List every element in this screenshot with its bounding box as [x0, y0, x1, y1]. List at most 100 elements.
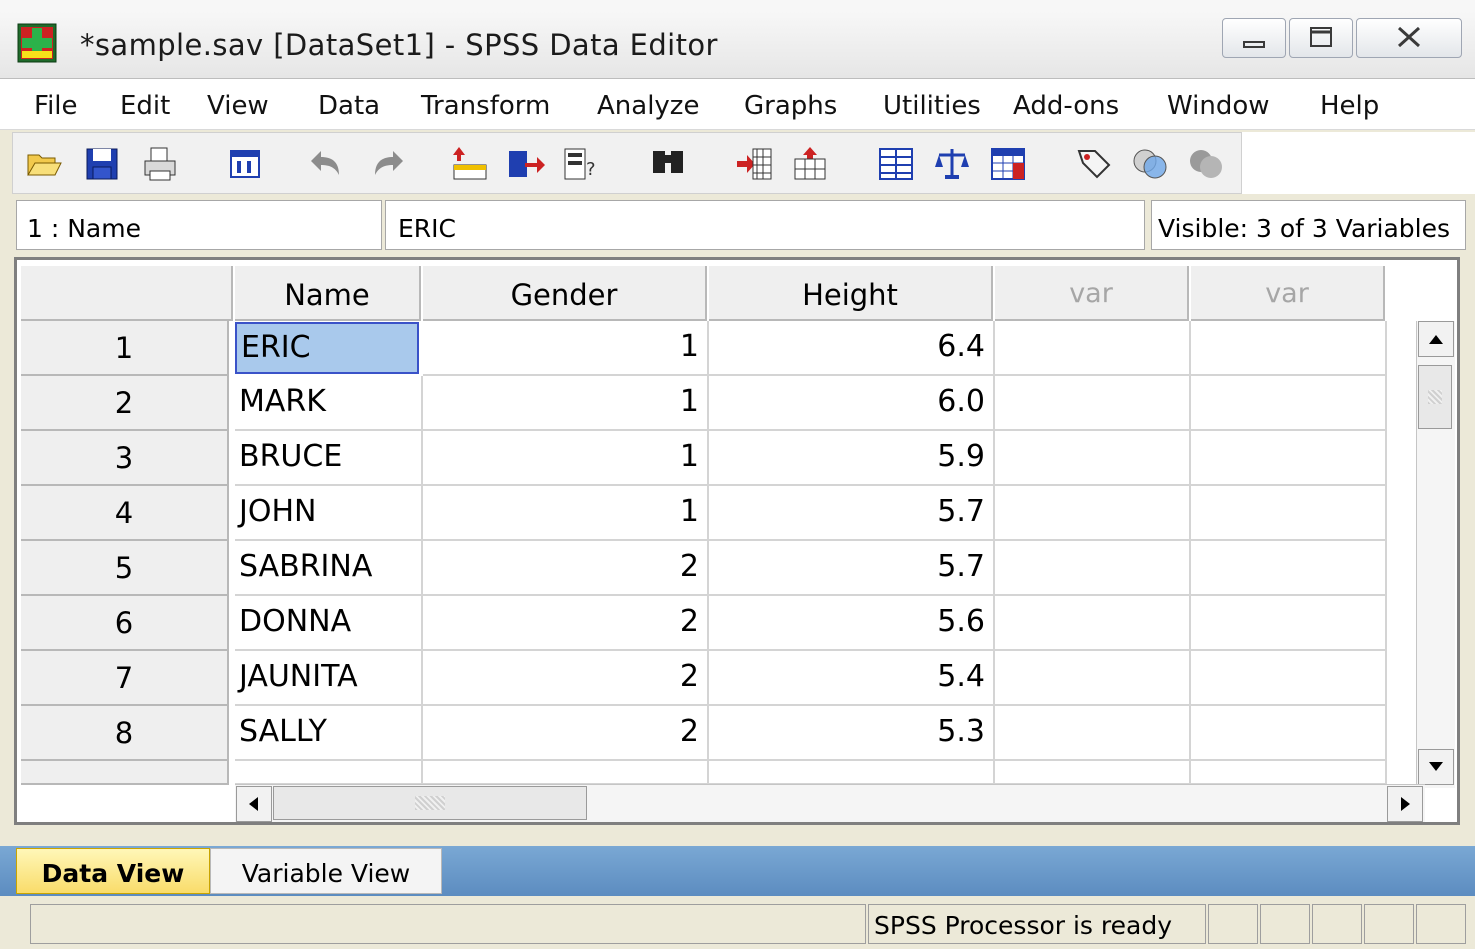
cell-gender[interactable]: 1 [423, 486, 709, 541]
cell-empty[interactable] [995, 651, 1191, 706]
menu-analyze[interactable]: Analyze [597, 91, 699, 121]
menu-file[interactable]: File [34, 91, 78, 121]
scroll-right-button[interactable] [1387, 786, 1423, 822]
cell-gender[interactable]: 2 [423, 541, 709, 596]
cell-height[interactable]: 5.3 [709, 706, 995, 761]
cell-gender[interactable]: 2 [423, 706, 709, 761]
variables-info-icon[interactable]: ? [563, 145, 601, 183]
cell-editor-bar: 1 : Name ERIC Visible: 3 of 3 Variables [0, 196, 1475, 256]
menu-edit[interactable]: Edit [120, 91, 170, 121]
column-header-height[interactable]: Height [709, 266, 993, 321]
row-header[interactable]: 8 [21, 706, 229, 761]
cell-empty[interactable] [995, 706, 1191, 761]
weight-cases-icon[interactable] [933, 145, 971, 183]
cell-empty[interactable] [1191, 431, 1387, 486]
print-icon[interactable] [141, 145, 179, 183]
tab-data-view[interactable]: Data View [16, 848, 210, 894]
cell-name[interactable]: SALLY [235, 706, 423, 761]
horizontal-scroll-thumb[interactable] [273, 786, 587, 820]
cell-empty[interactable] [1191, 321, 1387, 376]
cell-gender[interactable]: 2 [423, 596, 709, 651]
row-header[interactable]: 3 [21, 431, 229, 486]
menu-transform[interactable]: Transform [421, 91, 550, 121]
row-header[interactable]: 2 [21, 376, 229, 431]
grid-corner[interactable] [21, 266, 233, 321]
menu-graphs[interactable]: Graphs [744, 91, 837, 121]
select-cases-icon[interactable] [989, 145, 1027, 183]
cell-value-input[interactable]: ERIC [385, 200, 1145, 250]
minimize-button[interactable] [1222, 18, 1286, 58]
cell-empty[interactable] [995, 431, 1191, 486]
use-sets-icon[interactable] [1131, 145, 1169, 183]
cell-empty[interactable] [995, 486, 1191, 541]
cell-gender[interactable]: 2 [423, 651, 709, 706]
cell-height[interactable]: 5.7 [709, 486, 995, 541]
undo-icon[interactable] [309, 145, 347, 183]
menu-window[interactable]: Window [1167, 91, 1270, 121]
cell-height[interactable]: 5.6 [709, 596, 995, 651]
horizontal-scrollbar[interactable] [235, 784, 1425, 822]
column-header-name[interactable]: Name [235, 266, 421, 321]
cell-empty[interactable] [1191, 706, 1387, 761]
menu-add-ons[interactable]: Add-ons [1013, 91, 1119, 121]
column-header-var[interactable]: var [995, 266, 1189, 321]
dialog-recall-icon[interactable] [227, 145, 265, 183]
cell-gender[interactable]: 1 [423, 431, 709, 486]
redo-icon[interactable] [367, 145, 405, 183]
goto-case-icon[interactable] [451, 145, 489, 183]
cell-empty[interactable] [995, 541, 1191, 596]
cell-name[interactable]: SABRINA [235, 541, 423, 596]
open-icon[interactable] [25, 145, 63, 183]
scroll-down-button[interactable] [1418, 749, 1454, 785]
vertical-scroll-thumb[interactable] [1418, 365, 1452, 429]
cell-height[interactable]: 6.4 [709, 321, 995, 376]
column-header-var[interactable]: var [1191, 266, 1385, 321]
cell-name[interactable]: MARK [235, 376, 423, 431]
cell-name[interactable]: BRUCE [235, 431, 423, 486]
find-icon[interactable] [649, 145, 687, 183]
menu-utilities[interactable]: Utilities [883, 91, 981, 121]
scroll-left-button[interactable] [236, 786, 272, 822]
show-all-variables-icon[interactable] [1187, 145, 1225, 183]
tab-variable-view[interactable]: Variable View [210, 848, 442, 894]
row-header-partial[interactable] [21, 761, 229, 785]
cell-height[interactable]: 5.4 [709, 651, 995, 706]
split-file-icon[interactable] [877, 145, 915, 183]
row-header[interactable]: 4 [21, 486, 229, 541]
cell-name-selected[interactable]: ERIC [235, 322, 419, 374]
column-header-gender[interactable]: Gender [423, 266, 707, 321]
cell-empty[interactable] [1191, 596, 1387, 651]
menu-data[interactable]: Data [318, 91, 380, 121]
maximize-button[interactable] [1289, 18, 1353, 58]
row-header[interactable]: 7 [21, 651, 229, 706]
cell-empty[interactable] [1191, 541, 1387, 596]
cell-empty[interactable] [995, 376, 1191, 431]
cell-name[interactable]: JAUNITA [235, 651, 423, 706]
row-header[interactable]: 1 [21, 321, 229, 376]
status-panel [1364, 904, 1414, 944]
value-labels-icon[interactable] [1075, 145, 1113, 183]
cell-gender[interactable]: 1 [423, 376, 709, 431]
vertical-scrollbar[interactable] [1416, 321, 1455, 788]
cell-height[interactable]: 5.7 [709, 541, 995, 596]
insert-cases-icon[interactable] [735, 145, 773, 183]
row-header[interactable]: 6 [21, 596, 229, 651]
goto-variable-icon[interactable] [507, 145, 545, 183]
cell-height[interactable]: 5.9 [709, 431, 995, 486]
scroll-up-button[interactable] [1418, 321, 1454, 357]
close-button[interactable] [1356, 18, 1462, 58]
cell-empty[interactable] [1191, 376, 1387, 431]
cell-gender[interactable]: 1 [423, 321, 709, 376]
menu-view[interactable]: View [207, 91, 269, 121]
insert-variable-icon[interactable] [791, 145, 829, 183]
save-icon[interactable] [83, 145, 121, 183]
row-header[interactable]: 5 [21, 541, 229, 596]
cell-height[interactable]: 6.0 [709, 376, 995, 431]
cell-empty[interactable] [1191, 486, 1387, 541]
cell-name[interactable]: JOHN [235, 486, 423, 541]
cell-empty[interactable] [995, 596, 1191, 651]
cell-empty[interactable] [1191, 651, 1387, 706]
cell-name[interactable]: DONNA [235, 596, 423, 651]
cell-empty[interactable] [995, 321, 1191, 376]
menu-help[interactable]: Help [1320, 91, 1379, 121]
